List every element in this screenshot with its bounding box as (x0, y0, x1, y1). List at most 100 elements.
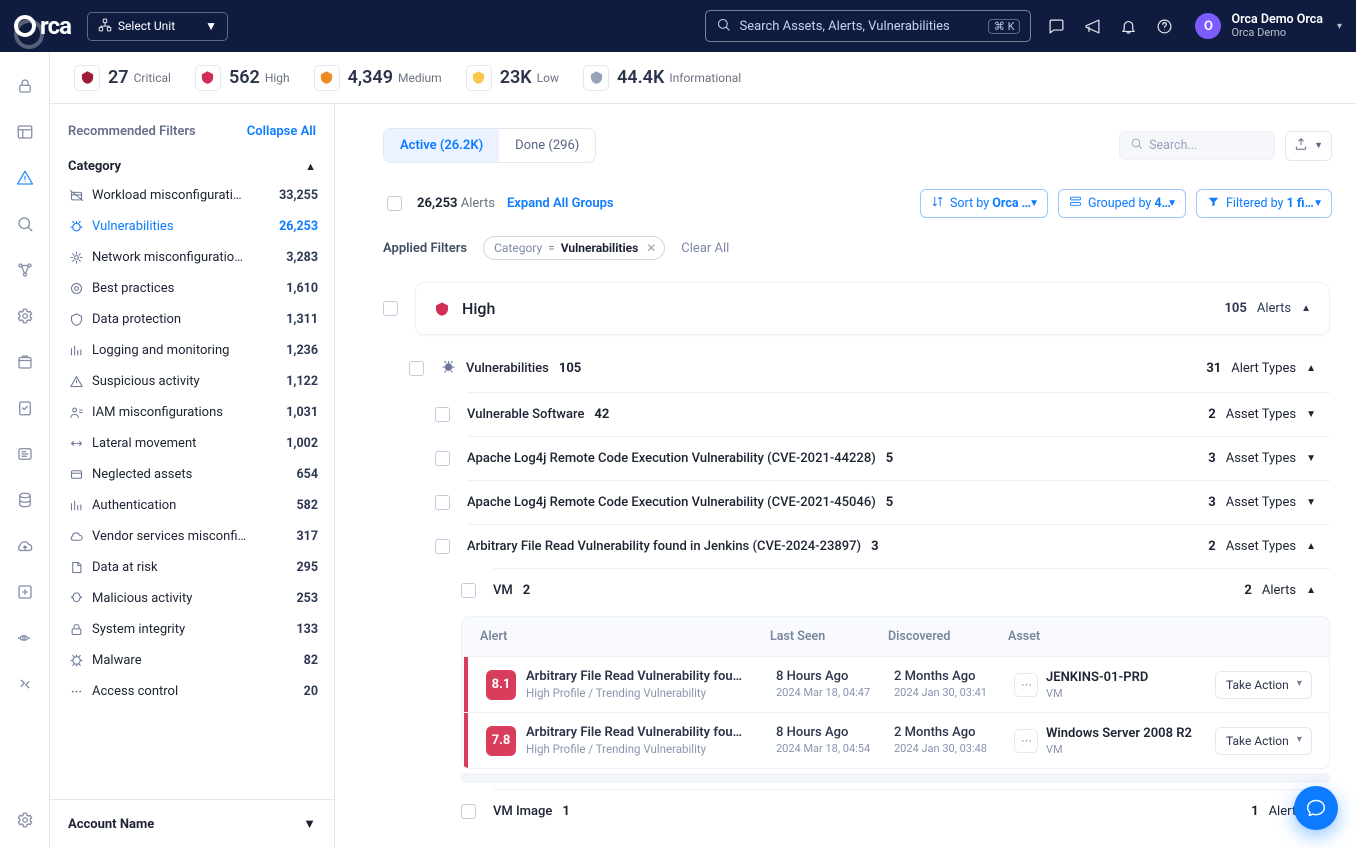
sort-selector[interactable]: Sort by Orca … ▼ (920, 189, 1048, 218)
alert-type-row[interactable]: Arbitrary File Read Vulnerability found … (467, 524, 1330, 568)
filter-item[interactable]: Vulnerabilities 26,253 (58, 211, 328, 242)
table-row[interactable]: 8.1 Arbitrary File Read Vulnerability fo… (462, 656, 1329, 712)
horizontal-scrollbar[interactable] (461, 773, 1330, 783)
col-asset[interactable]: Asset (1000, 617, 1207, 656)
alert-type-checkbox[interactable] (435, 495, 450, 510)
filter-item[interactable]: IAM misconfigurations 1,031 (58, 397, 328, 428)
filter-item[interactable]: Vendor services misconfi… 317 (58, 521, 328, 552)
filter-item[interactable]: Malicious activity 253 (58, 583, 328, 614)
filter-item[interactable]: Data at risk 295 (58, 552, 328, 583)
filter-section-category[interactable]: Category ▲ (50, 145, 334, 180)
filter-item[interactable]: System integrity 133 (58, 614, 328, 645)
subgroup-vulnerabilities[interactable]: Vulnerabilities 105 31 Alert Types ▲ (441, 345, 1330, 392)
alert-type-row[interactable]: Apache Log4j Remote Code Execution Vulne… (467, 436, 1330, 480)
chevron-down-icon: ▼ (1306, 409, 1316, 420)
total-label: Alerts (461, 196, 495, 211)
filter-selector[interactable]: Filtered by 1 fi… ▼ (1196, 189, 1332, 218)
expand-all-link[interactable]: Expand All Groups (507, 196, 614, 211)
filter-item-label: Access control (92, 684, 178, 699)
filter-item[interactable]: Workload misconfigurati… 33,255 (58, 180, 328, 211)
chevron-up-icon: ▲ (1306, 541, 1316, 552)
alert-type-row[interactable]: Vulnerable Software 42 2 Asset Types ▼ (467, 392, 1330, 436)
tab-done[interactable]: Done (296) (499, 129, 595, 162)
severity-critical[interactable]: 27 Critical (74, 65, 171, 91)
asset-type-vm[interactable]: VM 2 2 Alerts ▲ (493, 568, 1330, 612)
user-menu[interactable]: O Orca Demo Orca Orca Demo ▾ (1189, 13, 1342, 39)
asset-type-checkbox[interactable] (461, 804, 476, 819)
filter-section-account[interactable]: Account Name ▼ (50, 799, 334, 848)
help-icon[interactable] (1155, 17, 1173, 35)
alert-type-checkbox[interactable] (435, 451, 450, 466)
filters-panel: Recommended Filters Collapse All Categor… (50, 104, 335, 848)
nav-infinity-icon[interactable] (15, 628, 35, 648)
select-all-checkbox[interactable] (387, 196, 402, 211)
filter-item[interactable]: Best practices 1,610 (58, 273, 328, 304)
export-button[interactable]: ▼ (1285, 131, 1332, 161)
nav-shift-icon[interactable] (15, 674, 35, 694)
table-row[interactable]: 7.8 Arbitrary File Read Vulnerability fo… (462, 712, 1329, 768)
discovered-ts: 2024 Jan 30, 03:48 (894, 742, 998, 755)
severity-info[interactable]: 44.4K Informational (583, 65, 741, 91)
nav-gear-icon[interactable] (15, 306, 35, 326)
filter-item-icon (68, 188, 84, 203)
tab-active[interactable]: Active (26.2K) (384, 129, 499, 162)
filter-item[interactable]: Logging and monitoring 1,236 (58, 335, 328, 366)
alert-type-row[interactable]: Apache Log4j Remote Code Execution Vulne… (467, 480, 1330, 524)
close-icon[interactable]: ✕ (646, 241, 656, 255)
severity-high[interactable]: 562 High (195, 65, 290, 91)
nav-compliance-icon[interactable] (15, 398, 35, 418)
nav-search-icon[interactable] (15, 214, 35, 234)
take-action-button[interactable]: Take Action▼ (1215, 671, 1312, 699)
chat-icon[interactable] (1047, 17, 1065, 35)
filter-item[interactable]: Lateral movement 1,002 (58, 428, 328, 459)
filter-item[interactable]: Authentication 582 (58, 490, 328, 521)
filter-item-count: 295 (296, 560, 318, 575)
filter-item[interactable]: Neglected assets 654 (58, 459, 328, 490)
clear-all-link[interactable]: Clear All (681, 241, 729, 256)
collapse-all-link[interactable]: Collapse All (247, 124, 316, 139)
nav-settings-icon[interactable] (15, 810, 35, 830)
nav-lock-icon[interactable] (15, 76, 35, 96)
unit-selector[interactable]: Select Unit ▼ (87, 12, 228, 41)
filter-item[interactable]: Access control 20 (58, 676, 328, 707)
group-checkbox[interactable] (383, 301, 398, 316)
filter-item[interactable]: Network misconfiguratio… 3,283 (58, 242, 328, 273)
nav-cloud-icon[interactable] (15, 536, 35, 556)
nav-data-icon[interactable] (15, 490, 35, 510)
filter-item-label: Data protection (92, 312, 181, 327)
severity-low[interactable]: 23K Low (466, 65, 559, 91)
nav-dashboard-icon[interactable] (15, 122, 35, 142)
col-discovered[interactable]: Discovered (880, 617, 1000, 656)
applied-filter-chip[interactable]: Category = Vulnerabilities ✕ (483, 236, 665, 260)
filter-item[interactable]: Suspicious activity 1,122 (58, 366, 328, 397)
severity-medium[interactable]: 4,349 Medium (314, 65, 442, 91)
alert-type-checkbox[interactable] (435, 539, 450, 554)
asset-type-vm-image[interactable]: VM Image 1 1 Alert ▼ (493, 789, 1330, 833)
nav-graph-icon[interactable] (15, 260, 35, 280)
alert-subtitle: High Profile / Trending Vulnerability (526, 742, 742, 756)
subgroup-checkbox[interactable] (409, 361, 424, 376)
filter-item-icon (68, 250, 84, 265)
nav-reports-icon[interactable] (15, 444, 35, 464)
announce-icon[interactable] (1083, 17, 1101, 35)
filter-item[interactable]: Data protection 1,311 (58, 304, 328, 335)
bell-icon[interactable] (1119, 17, 1137, 35)
severity-group[interactable]: High 105 Alerts ▲ (415, 282, 1330, 335)
last-seen: 8 Hours Ago (776, 725, 878, 740)
content-search[interactable]: Search... (1119, 131, 1275, 160)
group-selector[interactable]: Grouped by 4… ▼ (1058, 189, 1186, 218)
take-action-button[interactable]: Take Action▼ (1215, 727, 1312, 755)
asset-name: JENKINS-01-PRD (1046, 670, 1148, 685)
asset-type-checkbox[interactable] (461, 583, 476, 598)
alert-type-checkbox[interactable] (435, 407, 450, 422)
chevron-down-icon: ▼ (1314, 140, 1323, 151)
chat-fab[interactable] (1294, 786, 1338, 830)
global-search[interactable]: Search Assets, Alerts, Vulnerabilities ⌘… (705, 10, 1031, 42)
filter-item-icon (68, 467, 84, 482)
nav-inventory-icon[interactable] (15, 352, 35, 372)
nav-add-icon[interactable] (15, 582, 35, 602)
filter-item[interactable]: Malware 82 (58, 645, 328, 676)
col-last-seen[interactable]: Last Seen (762, 617, 880, 656)
nav-alerts-icon[interactable] (15, 168, 35, 188)
col-alert[interactable]: Alert (462, 617, 762, 656)
